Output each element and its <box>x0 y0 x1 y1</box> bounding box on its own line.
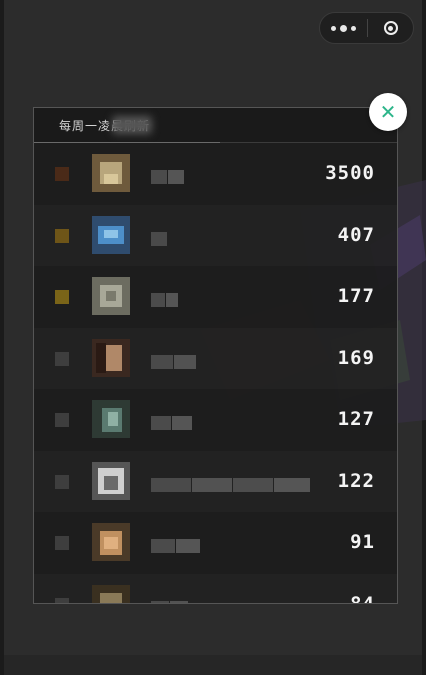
rank-placeholder-icon <box>55 351 69 366</box>
frame-edge-right <box>422 0 426 675</box>
rank-placeholder-icon <box>55 597 69 603</box>
list-item[interactable]: 169 <box>34 328 397 390</box>
avatar <box>92 215 130 254</box>
rank-placeholder-icon <box>55 536 69 550</box>
avatar <box>92 154 130 192</box>
list-item[interactable]: 177 <box>34 266 397 328</box>
list-item[interactable]: 3500 <box>34 143 397 205</box>
close-icon: ✕ <box>379 100 397 124</box>
rank-medal-icon <box>55 228 69 243</box>
list-item[interactable]: 91 <box>34 512 397 574</box>
header-blur <box>112 116 152 134</box>
bottom-strip <box>4 655 422 675</box>
avatar <box>92 277 130 315</box>
score-value: 3500 <box>325 162 375 184</box>
leaderboard-header: 每周一凌晨刷新 <box>34 108 397 143</box>
list-item[interactable]: 84 <box>34 574 397 604</box>
score-value: 407 <box>337 223 375 246</box>
score-value: 91 <box>350 531 375 553</box>
rank-placeholder-icon <box>55 474 69 489</box>
avatar <box>92 461 130 500</box>
player-name <box>151 292 179 307</box>
list-item[interactable]: 127 <box>34 389 397 451</box>
player-name <box>151 354 197 369</box>
miniprogram-capsule <box>319 12 414 44</box>
player-name <box>151 538 201 553</box>
avatar <box>92 400 130 438</box>
list-item[interactable]: 122 <box>34 451 397 513</box>
rank-medal-icon <box>55 290 69 304</box>
score-value: 177 <box>337 285 375 307</box>
player-name <box>151 477 311 492</box>
score-value: 127 <box>337 408 375 430</box>
list-item[interactable]: 407 <box>34 205 397 267</box>
avatar <box>92 523 130 561</box>
score-value: 84 <box>350 592 375 604</box>
rank-placeholder-icon <box>55 413 69 427</box>
avatar <box>92 338 130 377</box>
score-value: 169 <box>337 346 375 369</box>
close-button[interactable]: ✕ <box>369 93 407 131</box>
player-name <box>151 231 168 246</box>
exit-circle-icon[interactable] <box>368 21 413 35</box>
player-name <box>151 600 189 603</box>
score-value: 122 <box>337 469 375 492</box>
player-name <box>151 169 185 184</box>
avatar <box>92 584 130 603</box>
leaderboard-panel: 每周一凌晨刷新 3500 407 177 169 127 122 91 84 <box>33 107 398 604</box>
player-name <box>151 415 193 430</box>
frame-edge-left <box>0 0 4 675</box>
more-dots-icon[interactable] <box>320 13 367 43</box>
rank-medal-icon <box>55 167 69 181</box>
